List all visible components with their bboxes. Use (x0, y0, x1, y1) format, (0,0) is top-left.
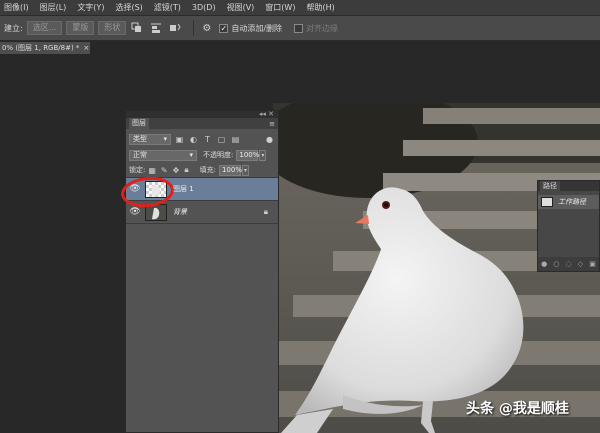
mask-button[interactable]: 蒙版 (66, 21, 95, 35)
menu-image[interactable]: 图像(I) (4, 2, 29, 13)
build-label: 建立: (4, 23, 23, 33)
layers-panel: ◂◂ ✕ 图层 ≡ 类型 ▾ ▣ ◐ T ▢ ▤ ● 正常 ▾ 不透明度: 10… (125, 110, 279, 433)
opacity-input[interactable]: 100% (236, 149, 259, 161)
load-selection-icon[interactable]: ◌ (566, 260, 572, 268)
blend-opacity-row: 正常 ▾ 不透明度: 100% ▾ (126, 147, 278, 163)
menu-type[interactable]: 文字(Y) (77, 2, 104, 13)
document-tab-label: 0% (图层 1, RGB/8#) * (2, 44, 80, 52)
selection-button[interactable]: 选区... (26, 21, 63, 35)
divider (193, 20, 195, 36)
align-edges-checkbox[interactable] (294, 23, 304, 33)
path-operations-icon[interactable] (130, 22, 143, 35)
lock-transparent-icon[interactable]: ▦ (148, 166, 156, 175)
opacity-label: 不透明度: (203, 151, 234, 159)
stroke-path-icon[interactable]: ○ (553, 260, 559, 268)
path-arrangement-icon[interactable] (168, 22, 181, 35)
paths-panel-footer: ● ○ ◌ ◇ ▣ (538, 257, 599, 271)
chevron-down-icon: ▾ (189, 150, 193, 159)
options-bar: 建立: 选区... 蒙版 形状 ⚙ ✓ 自动添加/删除 对齐边缘 (0, 15, 600, 41)
panel-collapse-icon[interactable]: ◂◂ ✕ (259, 110, 274, 118)
lock-image-icon[interactable]: ✎ (161, 166, 168, 175)
fill-path-icon[interactable]: ● (541, 260, 547, 268)
path-alignment-icon[interactable] (149, 22, 162, 35)
path-item-work-path[interactable]: 工作路径 (538, 195, 599, 209)
gear-icon[interactable]: ⚙ (200, 22, 213, 35)
lock-icon: 🔒︎ (263, 207, 268, 216)
menu-view[interactable]: 视图(V) (227, 2, 255, 13)
chevron-down-icon: ▾ (163, 134, 167, 143)
panel-menu-icon[interactable]: ≡ (269, 120, 275, 128)
layers-panel-tabs: 图层 ≡ (126, 118, 278, 129)
filter-shape-icon[interactable]: ▢ (216, 134, 227, 145)
path-thumbnail (541, 197, 553, 207)
shape-button[interactable]: 形状 (98, 21, 127, 35)
align-edges-label: 对齐边缘 (306, 23, 339, 33)
paths-panel: 路径 工作路径 ● ○ ◌ ◇ ▣ (537, 180, 600, 272)
layer-name: 图层 1 (173, 185, 194, 193)
menu-filter[interactable]: 滤镜(T) (154, 2, 181, 13)
filter-smart-icon[interactable]: ▤ (230, 134, 241, 145)
make-work-path-icon[interactable]: ◇ (578, 260, 583, 268)
layer-name: 背景 (173, 208, 187, 216)
menu-help[interactable]: 帮助(H) (306, 2, 334, 13)
tab-layers[interactable]: 图层 (129, 118, 149, 129)
filter-toggle-icon[interactable]: ● (264, 134, 275, 145)
panel-header-strip: ◂◂ ✕ (126, 110, 278, 118)
opacity-dropdown-icon[interactable]: ▾ (259, 149, 267, 161)
blend-mode-value: 正常 (133, 150, 147, 159)
fill-dropdown-icon[interactable]: ▾ (241, 164, 249, 176)
filter-type-select[interactable]: 类型 ▾ (129, 133, 171, 145)
menu-window[interactable]: 窗口(W) (265, 2, 295, 13)
menu-layer[interactable]: 图层(L) (40, 2, 67, 13)
filter-adjustment-icon[interactable]: ◐ (188, 134, 199, 145)
close-icon[interactable]: × (83, 44, 89, 52)
paths-panel-tabs: 路径 (538, 181, 599, 191)
tab-paths[interactable]: 路径 (540, 181, 560, 191)
auto-add-delete-checkbox[interactable]: ✓ (219, 23, 229, 33)
filter-type-value: 类型 (133, 134, 147, 143)
filter-pixel-icon[interactable]: ▣ (174, 134, 185, 145)
menu-select[interactable]: 选择(S) (115, 2, 142, 13)
lock-label: 锁定: (129, 166, 146, 174)
path-name: 工作路径 (558, 198, 586, 206)
fill-label: 填充: (199, 166, 216, 174)
menu-bar: 图像(I) 图层(L) 文字(Y) 选择(S) 滤镜(T) 3D(D) 视图(V… (0, 0, 600, 15)
blend-mode-select[interactable]: 正常 ▾ (129, 149, 197, 161)
lock-all-icon[interactable]: 🔒︎ (184, 165, 188, 175)
menu-3d[interactable]: 3D(D) (192, 3, 216, 12)
document-tab[interactable]: 0% (图层 1, RGB/8#) * × (0, 42, 90, 54)
layer-filter-row: 类型 ▾ ▣ ◐ T ▢ ▤ ● (126, 131, 278, 147)
filter-type-icon[interactable]: T (202, 134, 213, 145)
watermark: 头条 @我是顺桂 (466, 401, 569, 417)
lock-fill-row: 锁定: ▦ ✎ ✥ 🔒︎ 填充: 100% ▾ (126, 163, 278, 178)
fill-input[interactable]: 100% (218, 164, 242, 176)
auto-add-delete-label: 自动添加/删除 (231, 23, 283, 33)
lock-position-icon[interactable]: ✥ (173, 166, 180, 175)
add-mask-icon[interactable]: ▣ (589, 260, 596, 268)
